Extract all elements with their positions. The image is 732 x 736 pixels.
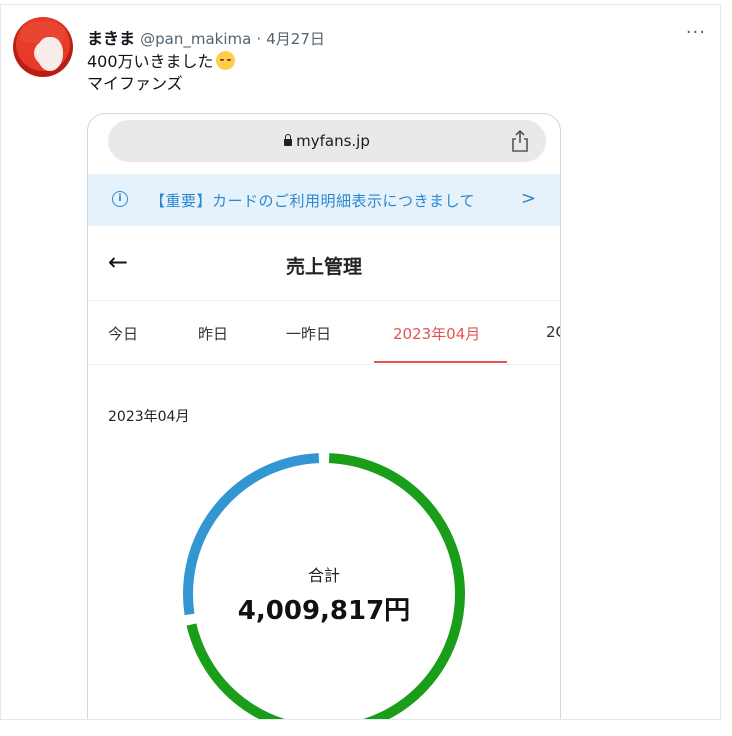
- page-header: ← 売上管理: [88, 226, 560, 301]
- notice-text: 【重要】カードのご利用明細表示につきまして: [150, 192, 476, 210]
- notice-banner[interactable]: i 【重要】カードのご利用明細表示につきまして >: [88, 174, 560, 226]
- share-icon[interactable]: [510, 130, 530, 152]
- tab-next-month[interactable]: 2C: [546, 323, 560, 341]
- browser-url-bar[interactable]: myfans.jp: [108, 120, 546, 162]
- separator: ·: [256, 30, 262, 48]
- tab-yesterday[interactable]: 昨日: [198, 323, 228, 344]
- tweet-text-line2: マイファンズ: [87, 74, 183, 93]
- url-label: myfans.jp: [296, 132, 370, 150]
- display-name[interactable]: まきま: [87, 29, 135, 48]
- tweet-text: 400万いきました マイファンズ: [87, 51, 235, 95]
- active-tab-indicator: [374, 361, 507, 363]
- url-text: myfans.jp: [108, 132, 546, 150]
- lock-icon: [284, 134, 293, 146]
- page-title: 売上管理: [285, 256, 362, 278]
- total-label: 合計: [307, 566, 340, 585]
- tweet-card[interactable]: まきま @pan_makima · 4月27日 ··· 400万いきました マイ…: [0, 4, 721, 720]
- chevron-right-icon: >: [520, 188, 536, 209]
- tweet-date[interactable]: 4月27日: [266, 30, 325, 48]
- tab-day-before-yesterday[interactable]: 一昨日: [286, 323, 331, 344]
- tweet-text-line1: 400万いきました: [87, 52, 214, 71]
- handle[interactable]: @pan_makima: [140, 30, 251, 48]
- relieved-face-icon: [215, 51, 235, 70]
- tweet-header: まきま @pan_makima · 4月27日: [87, 25, 325, 49]
- period-label: 2023年04月: [108, 409, 190, 425]
- attached-screenshot[interactable]: myfans.jp i 【重要】カードのご利用明細表示につきまして > ← 売上…: [87, 113, 561, 719]
- avatar[interactable]: [13, 17, 73, 77]
- more-options-icon[interactable]: ···: [686, 22, 706, 43]
- tab-today[interactable]: 今日: [108, 323, 138, 344]
- total-value: 4,009,817円: [237, 596, 411, 626]
- tab-2023-04[interactable]: 2023年04月: [393, 323, 480, 344]
- avatar-face: [37, 37, 63, 71]
- period-tabs: 今日 昨日 一昨日 2023年04月 2C: [88, 301, 560, 365]
- info-icon: i: [112, 191, 128, 207]
